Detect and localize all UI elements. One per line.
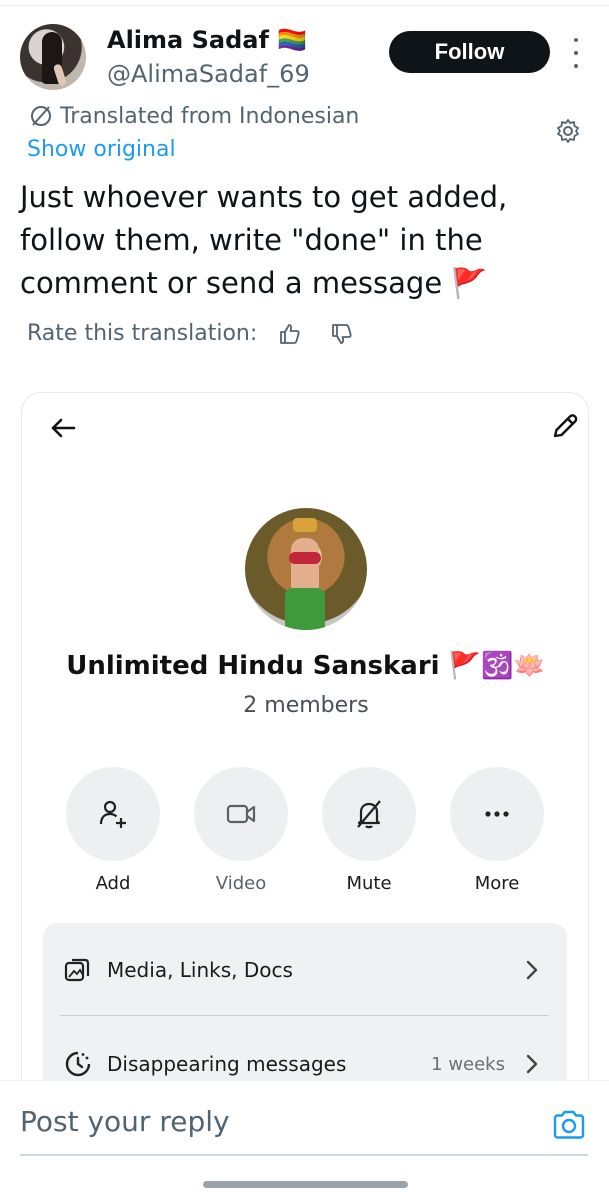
- disappearing-messages-label: Disappearing messages: [107, 1052, 347, 1076]
- author-handle[interactable]: @AlimaSadaf_69: [107, 60, 310, 88]
- more-options-icon[interactable]: [568, 38, 584, 68]
- bell-off-icon: [357, 800, 381, 829]
- add-button[interactable]: Add: [66, 767, 160, 894]
- camera-icon[interactable]: [552, 1109, 586, 1141]
- video-button[interactable]: Video: [194, 767, 288, 894]
- author-avatar[interactable]: [20, 24, 86, 90]
- media-links-docs-label: Media, Links, Docs: [107, 958, 293, 982]
- video-label: Video: [215, 873, 267, 894]
- mute-label: Mute: [346, 873, 392, 894]
- thumbs-down-icon[interactable]: [330, 322, 354, 346]
- more-label: More: [474, 873, 520, 894]
- media-icon: [64, 958, 90, 982]
- timer-icon: [65, 1051, 91, 1077]
- tweet-text: Just whoever wants to get added, follow …: [20, 180, 508, 300]
- group-actions: Add Video Mute More: [66, 767, 546, 897]
- reply-bar: Post your reply: [0, 1080, 609, 1200]
- follow-button[interactable]: Follow: [389, 31, 550, 73]
- reply-underline: [20, 1154, 588, 1156]
- add-label: Add: [95, 873, 131, 894]
- home-indicator[interactable]: [203, 1181, 408, 1188]
- rate-translation-label: Rate this translation:: [27, 321, 258, 346]
- top-divider: [0, 0, 609, 6]
- video-icon: [226, 804, 256, 824]
- attached-image-card[interactable]: Unlimited Hindu Sanskari 🚩🕉️🪷 2 members …: [21, 392, 589, 1122]
- pencil-icon[interactable]: [550, 411, 580, 441]
- translate-icon: [31, 106, 51, 126]
- row-divider: [61, 1015, 549, 1016]
- group-avatar[interactable]: [245, 508, 367, 630]
- more-button[interactable]: More: [450, 767, 544, 894]
- add-person-icon: [99, 800, 126, 828]
- author-name[interactable]: Alima Sadaf 🏳️‍🌈: [107, 26, 307, 54]
- disappearing-messages-value: 1 weeks: [431, 1053, 505, 1075]
- translation-notice: Translated from Indonesian: [28, 103, 359, 129]
- mute-button[interactable]: Mute: [322, 767, 416, 894]
- chevron-right-icon: [526, 960, 538, 980]
- media-links-docs-row[interactable]: Media, Links, Docs: [43, 945, 567, 995]
- group-name: Unlimited Hindu Sanskari 🚩🕉️🪷: [66, 651, 546, 681]
- gear-icon[interactable]: [555, 118, 581, 144]
- show-original-link[interactable]: Show original: [27, 137, 176, 162]
- reply-input[interactable]: Post your reply: [20, 1105, 230, 1138]
- member-count: 2 members: [243, 693, 369, 718]
- translation-label: Translated from Indonesian: [60, 103, 360, 129]
- back-arrow-icon[interactable]: [48, 413, 78, 443]
- chevron-right-icon: [526, 1054, 538, 1074]
- thumbs-up-icon[interactable]: [278, 322, 302, 346]
- more-dots-icon: [485, 811, 509, 817]
